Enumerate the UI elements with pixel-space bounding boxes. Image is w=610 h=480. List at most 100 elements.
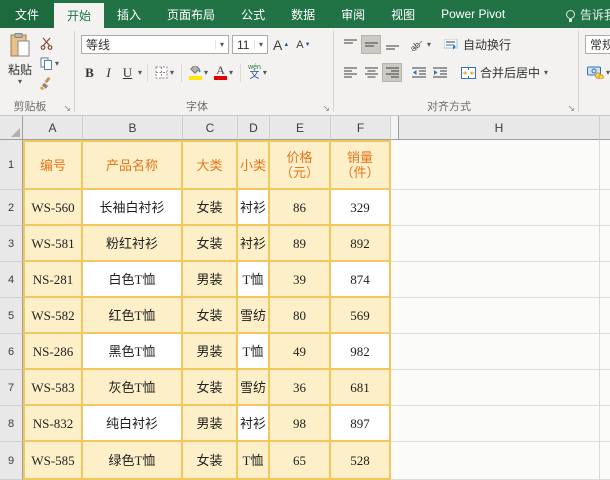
column-header-F[interactable]: F [331,116,391,140]
cell-A4[interactable]: NS-281 [23,262,83,298]
tab-insert[interactable]: 插入 [104,0,154,28]
format-painter-button[interactable] [40,76,59,91]
cell-B6[interactable]: 黑色T恤 [83,334,183,370]
accounting-format-button[interactable]: ▾ [585,65,610,80]
cell-H5[interactable] [399,298,600,334]
underline-button[interactable]: U [119,65,136,81]
row-header-2[interactable]: 2 [0,190,23,226]
copy-button[interactable]: ▾ [40,56,59,71]
cell-B4[interactable]: 白色T恤 [83,262,183,298]
decrease-indent-button[interactable] [409,63,429,82]
cell-F1[interactable]: 销量 （件） [331,140,391,190]
cell-C1[interactable]: 大类 [183,140,238,190]
italic-button[interactable]: I [100,65,117,81]
cell-A1[interactable]: 编号 [23,140,83,190]
cell-D1[interactable]: 小类 [238,140,270,190]
cell-E8[interactable]: 98 [270,406,331,442]
cell-C9[interactable]: 女装 [183,442,238,480]
font-dialog-launcher[interactable]: ↘ [322,104,330,113]
cell-F6[interactable]: 982 [331,334,391,370]
font-color-button[interactable]: A ▾ [212,64,235,81]
cell-F4[interactable]: 874 [331,262,391,298]
cell-F9[interactable]: 528 [331,442,391,480]
accounting-dropdown-arrow[interactable]: ▾ [606,68,610,77]
cell-E3[interactable]: 89 [270,226,331,262]
cell-H9[interactable] [399,442,600,480]
cell-I8[interactable] [600,406,610,442]
underline-dropdown-arrow[interactable]: ▾ [138,68,142,77]
merge-center-button[interactable]: 合并后居中 ▾ [461,64,548,81]
cell-E6[interactable]: 49 [270,334,331,370]
cell-E5[interactable]: 80 [270,298,331,334]
cell-E7[interactable]: 36 [270,370,331,406]
column-header-C[interactable]: C [183,116,238,140]
cell-H7[interactable] [399,370,600,406]
cell-H4[interactable] [399,262,600,298]
paste-dropdown-arrow[interactable]: ▾ [18,78,22,86]
fill-color-dropdown-arrow[interactable]: ▾ [204,68,208,77]
align-left-button[interactable] [340,63,360,82]
cell-B2[interactable]: 长袖白衬衫 [83,190,183,226]
increase-font-size-button[interactable]: A ▲ [271,38,291,52]
cell-D7[interactable]: 雪纺 [238,370,270,406]
align-bottom-button[interactable] [382,35,402,54]
merge-center-dropdown-arrow[interactable]: ▾ [544,68,548,77]
column-header-B[interactable]: B [83,116,183,140]
cell-A8[interactable]: NS-832 [23,406,83,442]
fill-color-button[interactable]: ▾ [187,65,210,81]
cell-A3[interactable]: WS-581 [23,226,83,262]
cell-I6[interactable] [600,334,610,370]
column-header-g-hidden[interactable] [391,116,399,140]
tab-review[interactable]: 审阅 [328,0,378,28]
tab-file[interactable]: 文件 [0,0,55,28]
tab-formulas[interactable]: 公式 [228,0,278,28]
decrease-font-size-button[interactable]: A ▼ [294,39,312,51]
cell-D5[interactable]: 雪纺 [238,298,270,334]
cell-A6[interactable]: NS-286 [23,334,83,370]
phonetic-dropdown-arrow[interactable]: ▾ [263,68,267,77]
cell-F7[interactable]: 681 [331,370,391,406]
align-right-button[interactable] [382,63,402,82]
cut-button[interactable] [40,36,59,51]
increase-indent-button[interactable] [430,63,450,82]
cell-I7[interactable] [600,370,610,406]
cell-F2[interactable]: 329 [331,190,391,226]
tell-me-search[interactable]: 告诉我 [560,0,610,28]
cell-D3[interactable]: 衬衫 [238,226,270,262]
cell-H2[interactable] [399,190,600,226]
cell-I5[interactable] [600,298,610,334]
cell-I4[interactable] [600,262,610,298]
cell-D9[interactable]: T恤 [238,442,270,480]
row-header-6[interactable]: 6 [0,334,23,370]
font-color-dropdown-arrow[interactable]: ▾ [229,68,233,77]
borders-button[interactable]: ▾ [153,65,176,80]
cell-B5[interactable]: 红色T恤 [83,298,183,334]
column-header-A[interactable]: A [23,116,83,140]
tab-power-pivot[interactable]: Power Pivot [428,0,518,28]
orientation-button[interactable]: ab ▾ [409,37,433,52]
cell-C4[interactable]: 男装 [183,262,238,298]
cell-B3[interactable]: 粉红衬衫 [83,226,183,262]
tab-view[interactable]: 视图 [378,0,428,28]
cell-A9[interactable]: WS-585 [23,442,83,480]
alignment-dialog-launcher[interactable]: ↘ [567,104,575,113]
align-top-button[interactable] [340,35,360,54]
cell-F8[interactable]: 897 [331,406,391,442]
orientation-dropdown-arrow[interactable]: ▾ [427,40,431,49]
cell-A7[interactable]: WS-583 [23,370,83,406]
cell-H3[interactable] [399,226,600,262]
column-header-D[interactable]: D [238,116,270,140]
borders-dropdown-arrow[interactable]: ▾ [170,68,174,77]
cell-C2[interactable]: 女装 [183,190,238,226]
cell-B1[interactable]: 产品名称 [83,140,183,190]
row-header-3[interactable]: 3 [0,226,23,262]
align-center-button[interactable] [361,63,381,82]
copy-dropdown-arrow[interactable]: ▾ [55,59,59,68]
cell-H1[interactable] [399,140,600,190]
cell-E2[interactable]: 86 [270,190,331,226]
cell-B8[interactable]: 纯白衬衫 [83,406,183,442]
cell-C6[interactable]: 男装 [183,334,238,370]
row-header-8[interactable]: 8 [0,406,23,442]
number-format-combobox[interactable]: 常规 ▾ [585,35,610,54]
cell-I3[interactable] [600,226,610,262]
